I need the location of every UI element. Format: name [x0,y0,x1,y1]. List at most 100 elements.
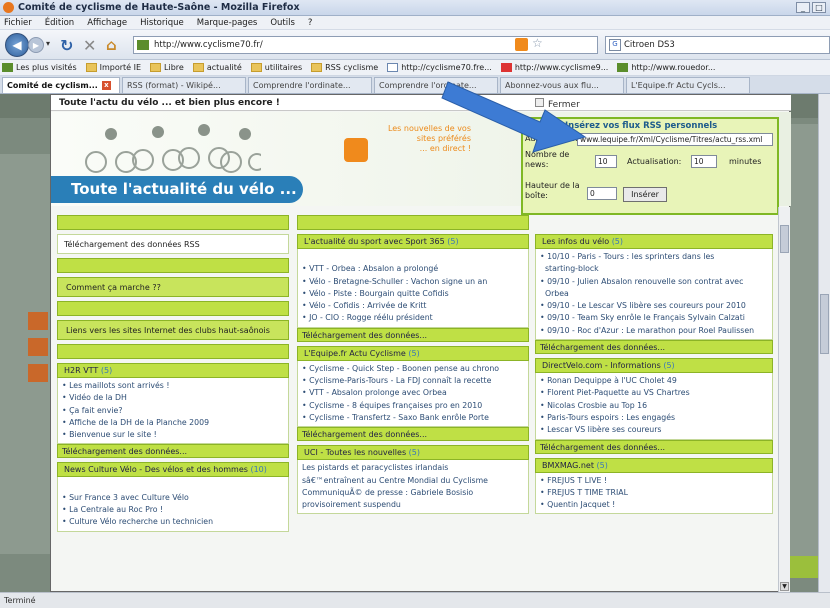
feed-title[interactable]: H2R VTT (5) [57,363,289,378]
rss-feed-icon[interactable] [515,38,528,51]
bookmark-item[interactable]: http://cyclisme70.fre... [387,63,492,72]
feed-item[interactable]: • Culture Vélo recherche un technicien [62,516,284,528]
menu-file[interactable]: Fichier [4,18,32,28]
tab[interactable]: Abonnez-vous aux flu... [500,77,624,93]
tab[interactable]: Comprendre l'ordinate... [248,77,372,93]
download-rss-link[interactable]: Téléchargement des données RSS [57,234,289,254]
url-bar[interactable]: http://www.cyclisme70.fr/ [133,36,598,54]
forward-button[interactable]: ▶ [28,37,44,53]
feed-item[interactable]: • La Centrale au Roc Pro ! [62,504,284,516]
menu-edit[interactable]: Édition [45,18,74,28]
modal-scrollbar[interactable]: ▼ [778,207,790,592]
feed-item[interactable]: • Lescar VS libère ses coureurs [540,424,768,436]
bookmark-item[interactable]: http://www.rouedor... [617,63,715,72]
scrollbar-thumb[interactable] [780,225,789,253]
feed-title[interactable]: L'Equipe.fr Actu Cyclisme (5) [297,345,529,361]
bookmark-item[interactable]: Les plus visités [2,63,77,72]
minimize-button[interactable]: _ [796,2,810,13]
feed-title[interactable]: L'actualité du sport avec Sport 365 (5) [297,234,529,249]
bookmark-folder[interactable]: utilitaires [250,63,302,72]
download-data-link[interactable]: Téléchargement des données... [57,444,289,459]
close-modal-button[interactable]: Fermer [535,98,580,111]
back-button[interactable]: ◀ [5,33,29,57]
feed-item[interactable]: • Nicolas Crosbie au Top 16 [540,400,768,412]
feed-title[interactable]: BMXMAG.net (5) [535,457,773,473]
feed-item[interactable]: CommuniquÃ© de presse : Gabriele Bosisio [302,487,524,499]
close-checkbox-icon[interactable] [535,98,544,107]
search-input[interactable]: G Citroen DS3 [605,36,830,54]
feed-item[interactable]: • VTT - Absalon prolonge avec Orbea [302,387,524,399]
feed-item[interactable]: Orbea [540,288,768,300]
feed-item[interactable]: • FREJUS T LIVE ! [540,475,768,487]
scroll-down-icon[interactable]: ▼ [780,582,789,591]
feed-item[interactable]: • Vélo - Piste : Bourgain quitte Cofidis [302,288,524,300]
download-data-link[interactable]: Téléchargement des données... [535,340,773,355]
tab[interactable]: RSS (format) - Wikipé... [122,77,246,93]
feed-item[interactable]: • Quentin Jacquet ! [540,499,768,511]
download-data-link[interactable]: Téléchargement des données... [297,327,529,342]
news-count-input[interactable]: 10 [595,155,617,168]
menu-bookmarks[interactable]: Marque-pages [197,18,258,28]
reload-icon[interactable]: ↻ [60,36,73,55]
feed-item[interactable]: • Ronan Dequippe à l'UC Cholet 49 [540,375,768,387]
how-it-works-link[interactable]: Comment ça marche ?? [57,277,289,297]
feed-item[interactable]: • Vélo - Bretagne-Schuller : Vachon sign… [302,276,524,288]
bookmark-item[interactable]: http://www.cyclisme9... [500,63,608,72]
feed-item[interactable]: • VTT - Orbea : Absalon a prolongé [302,263,524,275]
tab[interactable]: L'Equipe.fr Actu Cycls... [626,77,750,93]
feed-item[interactable]: • Vidéo de la DH [62,392,284,404]
google-icon[interactable]: G [609,39,621,51]
feed-item[interactable]: • 09/10 - Le Lescar VS libère ses coureu… [540,300,768,312]
insert-button[interactable]: Insérer [623,187,667,202]
tab-active[interactable]: Comité de cyclism... x [2,77,120,93]
feed-item[interactable]: • Paris-Tours espoirs : Les engagés [540,412,768,424]
feed-item[interactable]: • Cyclisme-Paris-Tours - La FDJ connaît … [302,375,524,387]
feed-item[interactable]: • Vélo - Cofidis : Arrivée de Kritt [302,300,524,312]
close-tab-icon[interactable]: x [101,81,111,90]
feed-item[interactable]: • Sur France 3 avec Culture Vélo [62,492,284,504]
page-scrollbar[interactable] [818,94,830,592]
feed-item[interactable]: • 09/10 - Team Sky enrôle le Français Sy… [540,312,768,324]
rss-address-input[interactable]: www.lequipe.fr/Xml/Cyclisme/Titres/actu_… [577,133,773,146]
feed-title[interactable]: UCI - Toutes les nouvelles (5) [297,445,529,461]
bookmark-folder[interactable]: Libre [150,63,184,72]
menu-help[interactable]: ? [308,18,313,28]
feed-item[interactable]: • 09/10 - Roc d'Azur : Le marathon pour … [540,325,768,337]
feed-title[interactable]: Les infos du vélo (5) [535,234,773,249]
download-data-link[interactable]: Téléchargement des données... [535,439,773,454]
club-links-link[interactable]: Liens vers les sites Internet des clubs … [57,320,289,340]
stop-icon[interactable]: ✕ [83,36,96,55]
maximize-button[interactable]: □ [812,2,826,13]
feed-item[interactable]: • FREJUS T TIME TRIAL [540,487,768,499]
menu-view[interactable]: Affichage [87,18,127,28]
feed-item[interactable]: • Ça fait envie? [62,405,284,417]
bookmark-folder[interactable]: Importé IE [85,63,141,72]
feed-item[interactable]: starting-block [540,263,768,275]
menu-history[interactable]: Historique [140,18,184,28]
height-input[interactable]: 0 [587,187,617,200]
download-data-link[interactable]: Téléchargement des données... [297,427,529,442]
feed-item[interactable]: • Cyclisme - Transfertz - Saxo Bank enrô… [302,412,524,424]
feed-item[interactable]: • Cyclisme - 8 équipes françaises pro en… [302,400,524,412]
bookmark-star-icon[interactable]: ☆ [532,36,543,50]
feed-item[interactable]: • Affiche de la DH de la Planche 2009 [62,417,284,429]
feed-item[interactable]: • Florent Piet-Paquette au VS Chartres [540,387,768,399]
bookmark-folder[interactable]: actualité [192,63,242,72]
scrollbar-thumb[interactable] [820,294,829,354]
feed-item[interactable]: sâ€™entraînent au Centre Mondial du Cycl… [302,475,524,487]
feed-item[interactable]: • 09/10 - Julien Absalon renouvelle son … [540,276,768,288]
tab[interactable]: Comprendre l'ordinate... [374,77,498,93]
feed-item[interactable]: • Bienvenue sur le site ! [62,429,284,441]
feed-item[interactable]: • Cyclisme - Quick Step - Boonen pense a… [302,363,524,375]
feed-item[interactable]: • 10/10 - Paris - Tours : les sprinters … [540,251,768,263]
feed-item[interactable]: provisoirement suspendu [302,499,524,511]
menu-tools[interactable]: Outils [270,18,295,28]
history-dropdown-icon[interactable]: ▾ [46,39,50,48]
feed-item[interactable]: • Les maillots sont arrivés ! [62,380,284,392]
bookmark-folder[interactable]: RSS cyclisme [311,63,378,72]
home-icon[interactable]: ⌂ [106,36,117,54]
feed-title[interactable]: News Culture Vélo - Des vélos et des hom… [57,462,289,478]
feed-item[interactable]: • JO - CIO : Rogge réélu président [302,312,524,324]
refresh-input[interactable]: 10 [691,155,717,168]
feed-title[interactable]: DirectVelo.com - Informations (5) [535,358,773,374]
